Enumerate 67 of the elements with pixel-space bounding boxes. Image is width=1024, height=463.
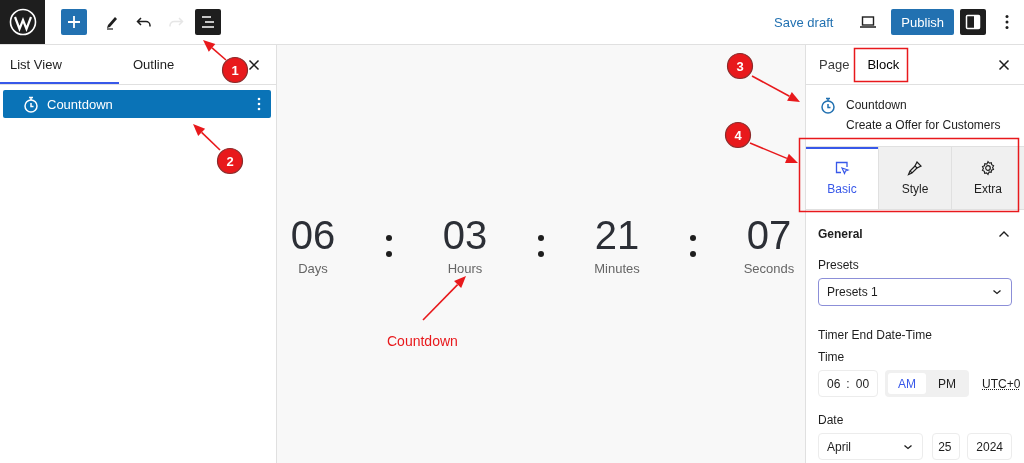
countdown-value: 21 (594, 213, 640, 257)
annotation-label: Countdown (387, 333, 458, 349)
month-select[interactable]: April (818, 433, 924, 460)
list-view-icon (200, 15, 216, 29)
step-marker: 2 (216, 147, 244, 175)
arrow (193, 124, 221, 151)
year-field[interactable]: 2024 (967, 433, 1012, 460)
step-marker: 1 (221, 56, 249, 84)
highlight-frame (853, 47, 909, 83)
time-field[interactable]: 06 : 00 (818, 370, 879, 397)
add-block-button[interactable] (61, 9, 87, 35)
block-title: Countdown (846, 98, 908, 112)
colon-separator-icon (538, 235, 544, 257)
panel-tab[interactable]: Style (878, 147, 951, 209)
redo-icon (168, 15, 184, 29)
publish-button[interactable]: Publish (891, 9, 954, 35)
kebab-icon (1005, 14, 1009, 30)
undo-icon (136, 15, 152, 29)
list-view-button[interactable] (195, 9, 221, 35)
arrow (751, 75, 800, 102)
step-marker: 4 (724, 121, 752, 149)
colon-separator-icon (386, 235, 392, 257)
block-description: Create a Offer for Customers (846, 118, 1001, 132)
arrow (422, 276, 466, 321)
gear-icon (980, 160, 996, 176)
panel-tab[interactable]: Extra (951, 147, 1024, 209)
countdown-unit: Minutes (594, 261, 640, 276)
arrow (203, 40, 227, 61)
timer-icon (23, 95, 39, 113)
chevron-icon (998, 230, 1010, 238)
timezone-label: UTC+0 (982, 376, 1021, 391)
pen-icon (105, 14, 119, 30)
kebab-icon[interactable] (257, 97, 261, 111)
field-label: Presets (818, 258, 860, 272)
plus-icon (67, 15, 81, 29)
cursor-select-icon (834, 160, 850, 176)
step-marker: 3 (726, 52, 754, 80)
sidebar-tab[interactable]: Page (810, 45, 859, 84)
period-toggle[interactable]: PM (928, 373, 967, 394)
panel-tab[interactable]: List View (0, 45, 119, 84)
laptop-icon (860, 16, 877, 28)
field-label: Date (818, 413, 845, 427)
chevron-down-icon (991, 288, 1003, 296)
section-title: General (818, 227, 863, 241)
field-label: Timer End Date-Time (818, 328, 933, 342)
field-label: Time (818, 350, 846, 364)
period-toggle[interactable]: AM (888, 373, 927, 394)
presets-select[interactable]: Presets 1 (818, 278, 1012, 306)
countdown-value: 06 (290, 213, 336, 257)
countdown-unit: Hours (447, 261, 483, 276)
settings-button[interactable] (960, 9, 986, 35)
sidebar-icon (965, 14, 981, 30)
logo-tile[interactable] (0, 0, 45, 44)
sidebar-tab[interactable]: Block (858, 45, 909, 84)
day-field[interactable]: 25 (932, 433, 961, 460)
arrow (749, 142, 798, 163)
item-label: Countdown (47, 96, 114, 112)
colon-separator-icon (690, 235, 696, 257)
list-view-item[interactable]: Countdown (3, 90, 271, 118)
countdown-value: 07 (746, 213, 792, 257)
timer-icon (820, 97, 836, 114)
brush-icon (907, 160, 923, 176)
countdown-value: 03 (442, 213, 488, 257)
save-draft-button[interactable]: Save draft (774, 14, 834, 30)
panel-tab[interactable]: Outline (129, 45, 179, 84)
countdown-unit: Days (298, 261, 328, 276)
countdown-unit: Seconds (743, 261, 795, 276)
